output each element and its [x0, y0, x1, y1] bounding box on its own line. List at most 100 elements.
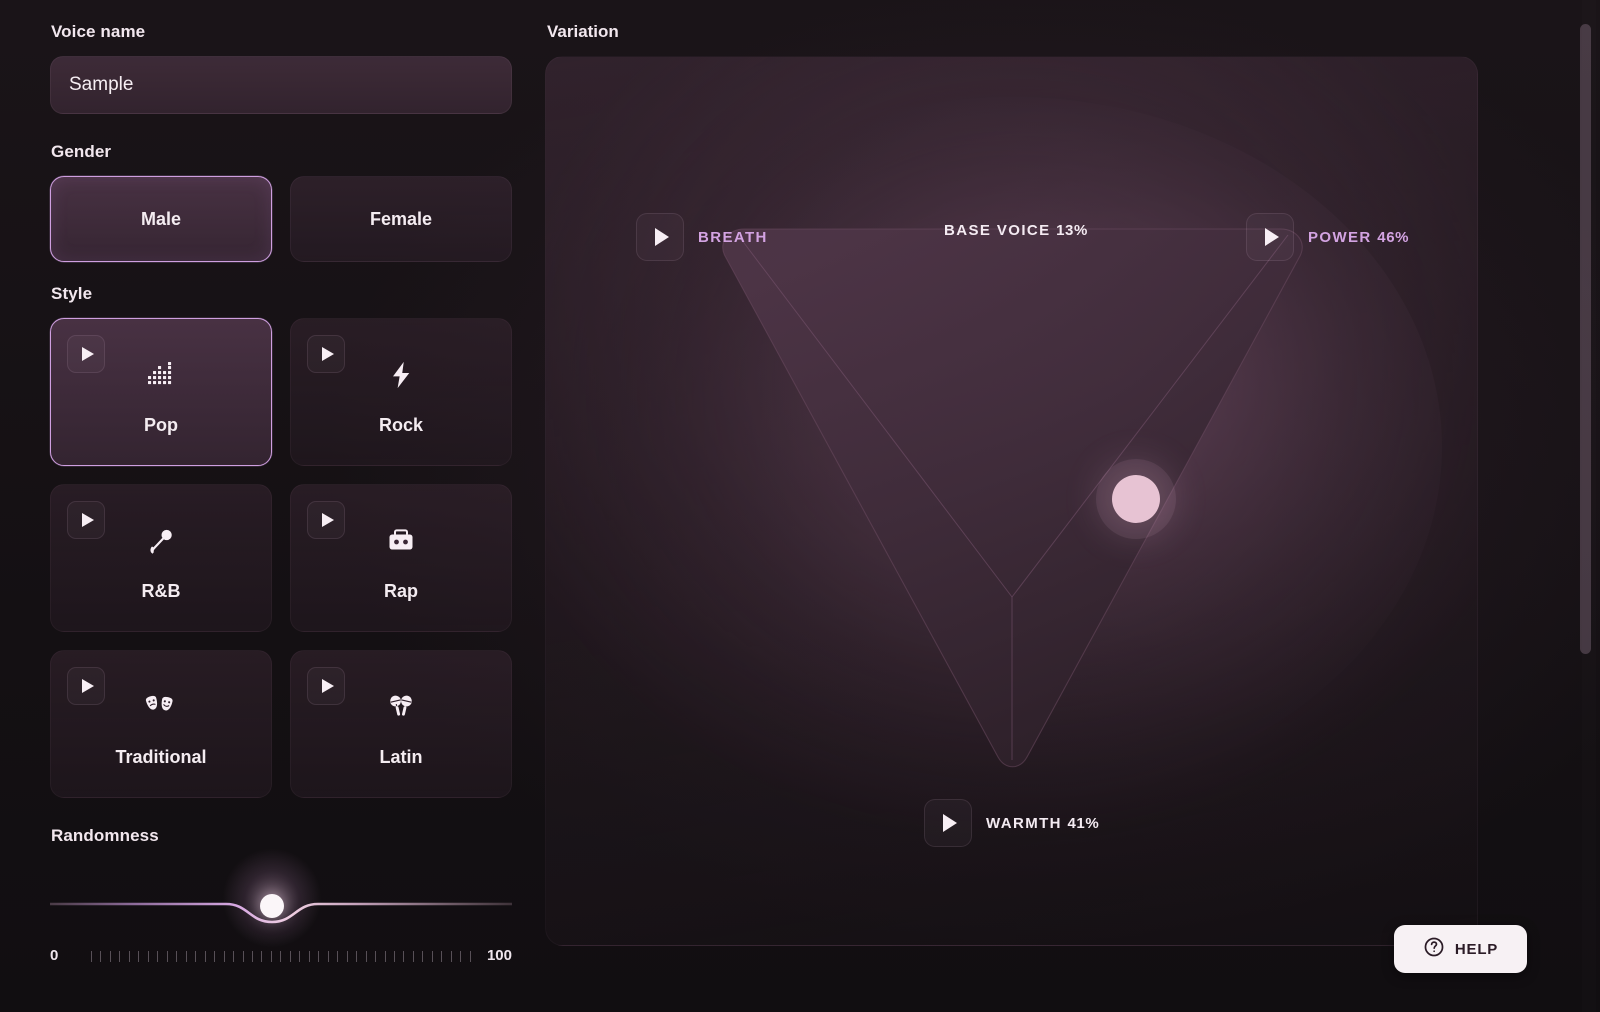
play-button-rnb[interactable]	[67, 501, 105, 539]
settings-panel: Voice name Gender Male Female Style	[0, 0, 540, 1012]
randomness-knob[interactable]	[260, 894, 284, 918]
variation-handle[interactable]	[1111, 475, 1160, 524]
ruler-tick	[394, 950, 395, 962]
ruler-tick	[195, 950, 197, 962]
style-label: Style	[51, 284, 93, 303]
play-icon	[1264, 228, 1279, 246]
randomness-block: Randomness 0 100	[50, 826, 512, 968]
ruler-tick	[460, 950, 462, 962]
play-button-breath[interactable]	[636, 213, 684, 261]
ruler-tick	[270, 950, 272, 962]
ruler-tick	[403, 950, 405, 962]
style-card-rock[interactable]: Rock	[290, 318, 512, 466]
ruler-tick	[299, 950, 301, 962]
axis-base-voice: BASE VOICE 13%	[944, 222, 1088, 239]
randomness-min-label: 0	[50, 946, 59, 964]
ruler-tick	[289, 950, 291, 962]
ruler-tick	[233, 950, 235, 962]
ruler-tick	[157, 950, 159, 962]
voice-designer-page: Voice name Gender Male Female Style	[0, 0, 1600, 1012]
ruler-tick	[375, 950, 377, 962]
style-card-rock-label: Rock	[378, 415, 423, 435]
gender-option-male[interactable]: Male	[50, 176, 272, 262]
voice-name-input[interactable]	[50, 56, 512, 114]
microphone-icon	[141, 521, 181, 561]
ruler-tick	[147, 950, 149, 962]
page-scrollbar-track[interactable]	[1580, 0, 1596, 1012]
ruler-tick	[251, 950, 253, 962]
style-grid: Pop Rock R&B Rap Traditional Latin	[50, 318, 512, 798]
play-button-latin[interactable]	[307, 667, 345, 705]
play-icon	[81, 513, 94, 527]
style-card-rnb-label: R&B	[141, 581, 181, 601]
ruler-tick	[109, 950, 111, 962]
ruler-tick	[128, 950, 130, 962]
ruler-tick	[356, 950, 358, 962]
axis-base-voice-label: BASE VOICE 13%	[944, 222, 1088, 239]
play-icon	[81, 347, 94, 361]
gender-option-male-label: Male	[140, 208, 182, 229]
theater-masks-icon	[141, 687, 181, 727]
ruler-tick	[450, 950, 452, 962]
gender-options: Male Female	[50, 176, 512, 262]
play-icon	[654, 228, 669, 246]
randomness-slider[interactable]	[50, 848, 512, 948]
ruler-tick	[223, 950, 225, 962]
ruler-tick	[318, 950, 320, 962]
axis-warmth[interactable]: WARMTH 41%	[924, 799, 1099, 847]
ruler-tick	[119, 950, 121, 962]
randomness-ruler: 0 100	[50, 942, 512, 968]
axis-power-label: POWER 46%	[1308, 228, 1410, 246]
boombox-icon	[381, 521, 421, 561]
ruler-tick	[100, 950, 102, 962]
play-icon	[81, 679, 94, 693]
randomness-ticks	[91, 949, 471, 962]
play-icon	[321, 679, 334, 693]
ruler-tick	[176, 950, 178, 962]
ruler-tick	[280, 950, 282, 962]
play-button-rap[interactable]	[307, 501, 345, 539]
play-button-rock[interactable]	[307, 335, 345, 373]
play-button-pop[interactable]	[67, 335, 105, 373]
ruler-tick	[166, 950, 168, 962]
play-icon	[321, 347, 334, 361]
play-button-warmth[interactable]	[924, 799, 972, 847]
play-button-traditional[interactable]	[67, 667, 105, 705]
help-button[interactable]: HELP	[1394, 925, 1527, 973]
play-icon	[321, 513, 334, 527]
style-card-pop-label: Pop	[144, 415, 178, 435]
ruler-tick	[308, 950, 310, 962]
style-card-latin[interactable]: Latin	[290, 650, 512, 798]
variation-panel: Variation BREATH BASE VOICE 13% POWER 46…	[545, 22, 1545, 990]
ruler-tick	[91, 950, 92, 962]
style-card-traditional-label: Traditional	[115, 747, 207, 767]
ruler-tick	[469, 950, 471, 962]
variation-pad[interactable]: BREATH BASE VOICE 13% POWER 46% WARMTH 4…	[545, 56, 1478, 946]
axis-power[interactable]: POWER 46%	[1246, 213, 1409, 261]
question-circle-icon	[1423, 936, 1445, 963]
axis-warmth-label: WARMTH 41%	[986, 814, 1100, 832]
gender-option-female-label: Female	[369, 208, 433, 229]
voice-name-label: Voice name	[51, 22, 146, 41]
ruler-tick	[441, 950, 443, 962]
randomness-label: Randomness	[51, 826, 159, 845]
style-card-latin-label: Latin	[379, 747, 423, 767]
style-card-pop[interactable]: Pop	[50, 318, 272, 466]
gender-option-female[interactable]: Female	[290, 176, 512, 262]
ruler-tick	[365, 950, 367, 962]
ruler-tick	[346, 950, 348, 962]
style-card-rnb[interactable]: R&B	[50, 484, 272, 632]
ruler-tick	[185, 950, 187, 962]
ruler-tick	[261, 950, 263, 962]
ruler-tick	[337, 950, 339, 962]
axis-breath[interactable]: BREATH	[636, 213, 768, 261]
style-card-rap[interactable]: Rap	[290, 484, 512, 632]
play-button-power[interactable]	[1246, 213, 1294, 261]
lightning-bolt-icon	[381, 355, 421, 395]
page-scrollbar-thumb[interactable]	[1580, 24, 1591, 654]
gender-label: Gender	[51, 142, 112, 161]
ruler-tick	[431, 950, 433, 962]
style-card-traditional[interactable]: Traditional	[50, 650, 272, 798]
maracas-icon	[381, 687, 421, 727]
ruler-tick	[422, 950, 424, 962]
